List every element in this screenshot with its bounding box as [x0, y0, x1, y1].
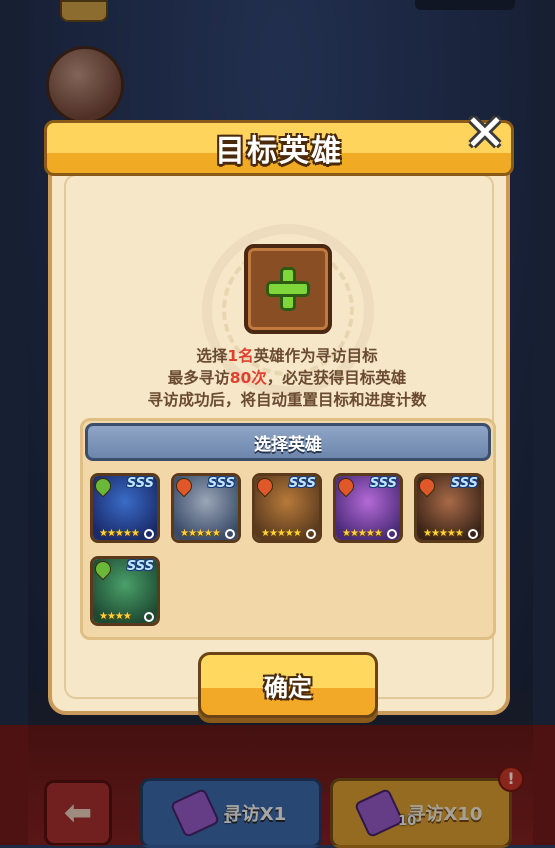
dialog-body: 选择1名英雄作为寻访目标 最多寻访80次，必定获得目标英雄 寻访成功后，将自动重…	[48, 150, 510, 718]
hero-card[interactable]: SSS ★★★★★	[414, 473, 484, 543]
hero-stars: ★★★★★	[423, 528, 464, 539]
add-target-slot[interactable]	[244, 244, 332, 334]
desc-text: 选择	[196, 347, 228, 365]
hero-grade: SSS	[450, 476, 478, 491]
hero-card[interactable]: SSS ★★★★★	[90, 473, 160, 543]
hero-card[interactable]: SSS ★★★★★	[171, 473, 241, 543]
hero-grade: SSS	[369, 476, 397, 491]
hero-stars: ★★★★★	[261, 528, 302, 539]
desc-line-2: 最多寻访80次，必定获得目标英雄	[72, 366, 502, 388]
hero-grade: SSS	[207, 476, 235, 491]
search-icon[interactable]	[144, 529, 154, 539]
desc-text: ，必定获得目标英雄	[266, 369, 407, 387]
confirm-label: 确定	[264, 673, 312, 702]
target-hero-dialog: 选择1名英雄作为寻访目标 最多寻访80次，必定获得目标英雄 寻访成功后，将自动重…	[44, 108, 514, 718]
search-icon[interactable]	[225, 529, 235, 539]
hero-card[interactable]: SSS ★★★★★	[252, 473, 322, 543]
dialog-title: 目标英雄	[215, 134, 343, 169]
plus-icon	[266, 267, 310, 311]
hero-grade: SSS	[126, 559, 154, 574]
hero-stars: ★★★★★	[180, 528, 221, 539]
dialog-title-bar: 目标英雄	[44, 120, 514, 176]
desc-text: 英雄作为寻访目标	[253, 347, 378, 365]
hero-stars: ★★★★★	[99, 528, 140, 539]
desc-highlight: 1名	[227, 347, 254, 365]
hero-select-panel: 选择英雄 SSS ★★★★★ SSS ★★★★★ SSS ★★★★★ SSS ★★★★★ SSS…	[80, 418, 496, 640]
panel-title: 选择英雄	[254, 434, 322, 455]
search-icon[interactable]	[387, 529, 397, 539]
hero-card[interactable]: SSS ★★★★	[90, 556, 160, 626]
close-icon[interactable]: ✕	[462, 108, 508, 158]
hero-stars: ★★★★	[99, 611, 132, 622]
hero-card[interactable]: SSS ★★★★★	[333, 473, 403, 543]
confirm-button[interactable]: 确定	[198, 652, 378, 718]
desc-text: 最多寻访	[167, 369, 230, 387]
hero-grade: SSS	[126, 476, 154, 491]
panel-header: 选择英雄	[85, 423, 491, 461]
search-icon[interactable]	[468, 529, 478, 539]
desc-line-1: 选择1名英雄作为寻访目标	[72, 344, 502, 366]
search-icon[interactable]	[306, 529, 316, 539]
desc-highlight: 80次	[229, 369, 267, 387]
desc-line-3: 寻访成功后，将自动重置目标和进度计数	[147, 391, 427, 409]
hero-stars: ★★★★★	[342, 528, 383, 539]
search-icon[interactable]	[144, 612, 154, 622]
hero-grade: SSS	[288, 476, 316, 491]
